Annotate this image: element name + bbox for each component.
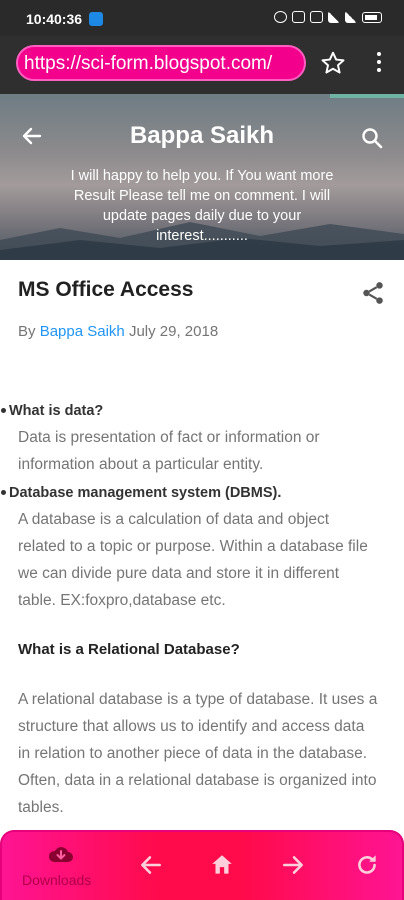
blog-title[interactable]: Bappa Saikh	[0, 122, 404, 150]
browser-toolbar: https://sci-form.blogspot.com/	[0, 36, 404, 94]
bookmark-star-icon[interactable]	[320, 50, 346, 76]
lte-icon	[310, 11, 323, 23]
signal-icon	[328, 11, 340, 23]
downloads-label[interactable]: Downloads	[22, 872, 91, 888]
post-byline: By Bappa Saikh July 29, 2018	[18, 323, 218, 340]
author-link[interactable]: Bappa Saikh	[40, 323, 125, 340]
overflow-menu-icon[interactable]	[372, 50, 386, 76]
refresh-icon[interactable]	[354, 852, 380, 878]
paragraph-relational-database: A relational database is a type of datab…	[18, 691, 378, 816]
nav-back-arrow-icon[interactable]	[138, 852, 164, 878]
paragraph-dbms: A database is a calculation of data and …	[18, 511, 368, 609]
home-icon[interactable]	[209, 852, 235, 878]
status-icons	[274, 11, 382, 23]
data-speed-icon	[292, 11, 305, 23]
post-date: July 29, 2018	[128, 323, 219, 340]
blog-description: I will happy to help you. If You want mo…	[70, 168, 334, 244]
alarm-icon	[274, 11, 287, 23]
byline-prefix: By	[18, 323, 36, 340]
nav-forward-arrow-icon[interactable]	[280, 852, 306, 878]
bottom-nav: Downloads	[0, 830, 404, 900]
url-text: https://sci-form.blogspot.com/	[24, 53, 273, 74]
search-icon[interactable]	[360, 126, 384, 150]
post-title: MS Office Access	[18, 278, 194, 301]
paragraph-data: Data is presentation of fact or informat…	[18, 429, 320, 473]
heading-relational-database: What is a Relational Database?	[18, 641, 240, 658]
share-icon[interactable]	[360, 280, 386, 306]
bullet-dbms: Database management system (DBMS).	[0, 485, 282, 501]
notification-app-icon	[89, 12, 103, 26]
bullet-what-is-data: What is data?	[0, 403, 104, 419]
battery-icon	[362, 11, 382, 23]
wifi-icon	[345, 11, 357, 23]
url-field[interactable]: https://sci-form.blogspot.com/	[16, 45, 306, 81]
blog-header: Bappa Saikh I will happy to help you. If…	[0, 94, 404, 260]
post-content: MS Office Access By Bappa Saikh July 29,…	[0, 260, 404, 830]
status-time: 10:40:36	[26, 11, 83, 27]
download-cloud-icon[interactable]	[48, 844, 74, 866]
status-bar: 10:40:36	[0, 0, 404, 36]
